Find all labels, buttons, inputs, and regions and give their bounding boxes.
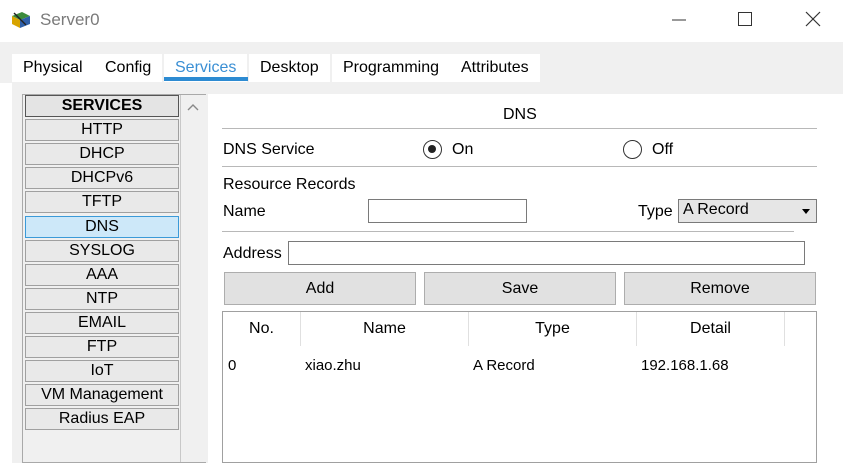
column-header-detail[interactable]: Detail xyxy=(637,312,785,346)
maximize-icon xyxy=(738,12,752,26)
cell-type: A Record xyxy=(473,357,535,374)
type-label: Type xyxy=(638,203,673,220)
services-sidebar: SERVICES HTTP DHCP DHCPv6 TFTP DNS SYSLO… xyxy=(22,94,206,463)
server-app-icon xyxy=(12,12,30,28)
sidebar-item-ftp[interactable]: FTP xyxy=(25,336,179,358)
maximize-button[interactable] xyxy=(730,8,760,34)
dns-on-label[interactable]: On xyxy=(452,141,473,159)
dns-off-label[interactable]: Off xyxy=(652,141,673,159)
sidebar-item-aaa[interactable]: AAA xyxy=(25,264,179,286)
title-bar: Server0 xyxy=(0,0,843,42)
sidebar-item-vm-management[interactable]: VM Management xyxy=(25,384,179,406)
sidebar-item-iot[interactable]: IoT xyxy=(25,360,179,382)
dns-on-radio[interactable] xyxy=(423,140,442,159)
type-select-value: A Record xyxy=(683,201,749,218)
sidebar-item-email[interactable]: EMAIL xyxy=(25,312,179,334)
window-title: Server0 xyxy=(40,10,100,29)
tab-strip: Physical Config Services Desktop Program… xyxy=(0,42,843,83)
name-input[interactable] xyxy=(368,199,527,223)
active-tab-indicator xyxy=(164,77,248,81)
add-button[interactable]: Add xyxy=(224,272,416,305)
tab-programming[interactable]: Programming xyxy=(332,54,451,82)
services-header: SERVICES xyxy=(25,95,179,117)
cell-detail: 192.168.1.68 xyxy=(641,357,729,374)
scroll-up-icon[interactable] xyxy=(185,99,201,115)
cell-name: xiao.zhu xyxy=(305,357,361,374)
radio-selected-dot xyxy=(428,145,436,153)
minimize-button[interactable] xyxy=(664,8,694,34)
chevron-down-icon xyxy=(802,209,810,214)
dns-off-radio[interactable] xyxy=(623,140,642,159)
sidebar-item-http[interactable]: HTTP xyxy=(25,119,179,141)
sidebar-item-dhcpv6[interactable]: DHCPv6 xyxy=(25,167,179,189)
sidebar-scrollbar[interactable] xyxy=(180,95,206,462)
sidebar-item-ntp[interactable]: NTP xyxy=(25,288,179,310)
save-button[interactable]: Save xyxy=(424,272,616,305)
name-label: Name xyxy=(223,203,266,220)
sidebar-item-dns[interactable]: DNS xyxy=(25,216,179,238)
remove-button[interactable]: Remove xyxy=(624,272,816,305)
column-header-type[interactable]: Type xyxy=(469,312,637,346)
close-icon xyxy=(805,11,821,27)
cell-no: 0 xyxy=(228,357,237,374)
divider xyxy=(222,128,817,129)
minimize-icon xyxy=(672,19,686,21)
sidebar-item-dhcp[interactable]: DHCP xyxy=(25,143,179,165)
sidebar-item-syslog[interactable]: SYSLOG xyxy=(25,240,179,262)
dns-service-label: DNS Service xyxy=(223,141,315,158)
type-select[interactable]: A Record xyxy=(678,199,817,223)
address-input[interactable] xyxy=(288,241,805,265)
sidebar-item-tftp[interactable]: TFTP xyxy=(25,191,179,213)
divider xyxy=(222,231,794,232)
tab-attributes[interactable]: Attributes xyxy=(450,54,540,82)
column-header-name[interactable]: Name xyxy=(301,312,469,346)
tab-config[interactable]: Config xyxy=(94,54,163,82)
address-label: Address xyxy=(223,245,282,262)
tab-desktop[interactable]: Desktop xyxy=(249,54,330,82)
sidebar-item-radius-eap[interactable]: Radius EAP xyxy=(25,408,179,430)
column-header-no[interactable]: No. xyxy=(223,312,301,346)
tab-physical[interactable]: Physical xyxy=(12,54,94,82)
divider xyxy=(222,166,817,167)
records-table: No. Name Type Detail 0 xiao.zhu A Record… xyxy=(222,311,817,463)
panel-title: DNS xyxy=(503,106,537,123)
resource-records-label: Resource Records xyxy=(223,176,356,193)
close-button[interactable] xyxy=(798,8,828,34)
